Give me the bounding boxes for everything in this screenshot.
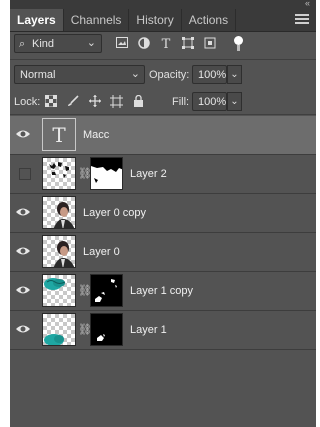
layer-row-layer-1[interactable]: ⛓ Layer 1: [10, 311, 316, 350]
layer-mask-thumbnail: [90, 157, 123, 190]
layer-row-layer-0-copy[interactable]: Layer 0 copy: [10, 194, 316, 233]
chain-link-icon[interactable]: ⛓: [78, 167, 92, 180]
kind-label: Kind: [32, 38, 55, 50]
photo-layer-thumbnail: [42, 235, 76, 268]
opacity-label: Opacity:: [149, 69, 190, 81]
lock-transparency-icon[interactable]: [44, 94, 57, 108]
lock-all-icon[interactable]: [132, 94, 145, 108]
background-document-strip: [0, 0, 10, 427]
layer-name[interactable]: Layer 2: [130, 168, 167, 180]
tab-actions[interactable]: Actions: [182, 9, 237, 31]
layer-mask-thumbnail: [90, 313, 123, 346]
eye-visibility-icon[interactable]: [15, 127, 31, 141]
layer-thumbnail: [42, 274, 76, 307]
layer-name[interactable]: Layer 0 copy: [83, 207, 146, 219]
divider: [10, 59, 316, 60]
blend-row: Normal ⌄ Opacity: 100% ⌄: [10, 65, 316, 85]
blend-mode-select[interactable]: Normal ⌄: [14, 65, 145, 84]
lock-position-move-icon[interactable]: [88, 95, 101, 108]
image-filter-icon[interactable]: [115, 37, 129, 51]
layer-name[interactable]: Layer 1: [130, 324, 167, 336]
layer-name[interactable]: Layer 1 copy: [130, 285, 193, 297]
fill-dropdown-icon[interactable]: ⌄: [227, 92, 242, 111]
tab-layers[interactable]: Layers: [10, 9, 64, 31]
chevron-down-icon: ⌄: [86, 37, 96, 49]
shape-filter-icon[interactable]: [181, 37, 195, 51]
blend-mode-value: Normal: [20, 69, 56, 81]
layer-row-layer-2[interactable]: ⛓ Layer 2: [10, 155, 316, 194]
opacity-field[interactable]: 100%: [192, 65, 227, 84]
filter-toggle-icon[interactable]: [234, 36, 243, 45]
panel-top-bar: «: [10, 0, 316, 9]
layer-mask-thumbnail: [90, 274, 123, 307]
visibility-off-box[interactable]: [19, 168, 31, 180]
type-filter-icon[interactable]: T: [159, 37, 173, 52]
photo-layer-thumbnail: [42, 196, 76, 229]
layer-name[interactable]: Layer 0: [83, 246, 120, 258]
layers-list: T Macc ⛓ Layer 2 Layer 0 copy Layer 0 ⛓ …: [10, 116, 316, 350]
layers-panel: « Layers Channels History Actions ⌕ Kind…: [10, 0, 316, 427]
layer-name[interactable]: Macc: [83, 129, 109, 141]
layer-row-macc[interactable]: T Macc: [10, 116, 316, 155]
lock-label: Lock:: [14, 96, 41, 108]
adjustment-filter-icon[interactable]: [137, 37, 151, 51]
layer-thumbnail: [42, 313, 76, 346]
panel-menu-icon[interactable]: [295, 12, 309, 24]
eye-visibility-icon[interactable]: [15, 283, 31, 297]
lock-artboard-crop-icon[interactable]: [110, 95, 123, 108]
layer-row-layer-0[interactable]: Layer 0: [10, 233, 316, 272]
chain-link-icon[interactable]: ⛓: [78, 323, 92, 336]
chain-link-icon[interactable]: ⛓: [78, 284, 92, 297]
opacity-dropdown-icon[interactable]: ⌄: [227, 65, 242, 84]
eye-visibility-icon[interactable]: [15, 322, 31, 336]
opacity-value: 100%: [198, 69, 227, 81]
eye-visibility-icon[interactable]: [15, 205, 31, 219]
lock-pixels-brush-icon[interactable]: [66, 95, 79, 108]
panel-tabs: Layers Channels History Actions: [10, 9, 316, 32]
fill-value: 100%: [198, 96, 227, 108]
eye-visibility-icon[interactable]: [15, 244, 31, 258]
fill-field[interactable]: 100%: [192, 92, 227, 111]
filter-row: ⌕ Kind ⌄ T: [10, 34, 316, 56]
filter-toggle-stem: [237, 45, 240, 51]
chevron-down-icon: ⌄: [130, 68, 140, 80]
search-icon: ⌕: [19, 38, 26, 50]
kind-filter-select[interactable]: ⌕ Kind ⌄: [14, 34, 102, 53]
collapse-icon[interactable]: «: [305, 0, 310, 8]
layer-thumbnail: [42, 157, 76, 190]
lock-row: Lock: Fill: 100% ⌄: [10, 92, 316, 112]
fill-label: Fill:: [172, 96, 190, 108]
smart-object-filter-icon[interactable]: [203, 37, 217, 51]
tab-channels[interactable]: Channels: [64, 9, 130, 31]
divider: [10, 114, 316, 115]
type-glyph: T: [52, 122, 66, 147]
layer-row-layer-1-copy[interactable]: ⛓ Layer 1 copy: [10, 272, 316, 311]
text-layer-thumbnail: T: [42, 118, 76, 151]
tab-history[interactable]: History: [129, 9, 182, 31]
